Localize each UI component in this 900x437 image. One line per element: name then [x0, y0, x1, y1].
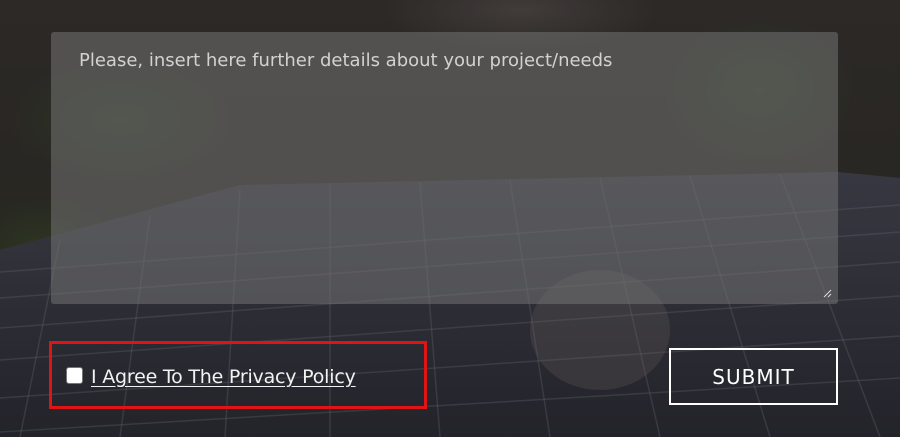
privacy-agree-checkbox[interactable] — [66, 366, 83, 384]
resize-handle-icon[interactable] — [822, 288, 832, 298]
contact-form-section: I Agree To The Privacy Policy SUBMIT — [0, 0, 900, 437]
submit-button[interactable]: SUBMIT — [669, 348, 838, 405]
project-details-form: I Agree To The Privacy Policy SUBMIT — [0, 0, 900, 437]
privacy-policy-link[interactable]: I Agree To The Privacy Policy — [91, 366, 356, 388]
privacy-consent-row: I Agree To The Privacy Policy — [66, 363, 356, 391]
details-textarea-container — [51, 32, 838, 304]
project-details-textarea[interactable] — [51, 32, 838, 304]
